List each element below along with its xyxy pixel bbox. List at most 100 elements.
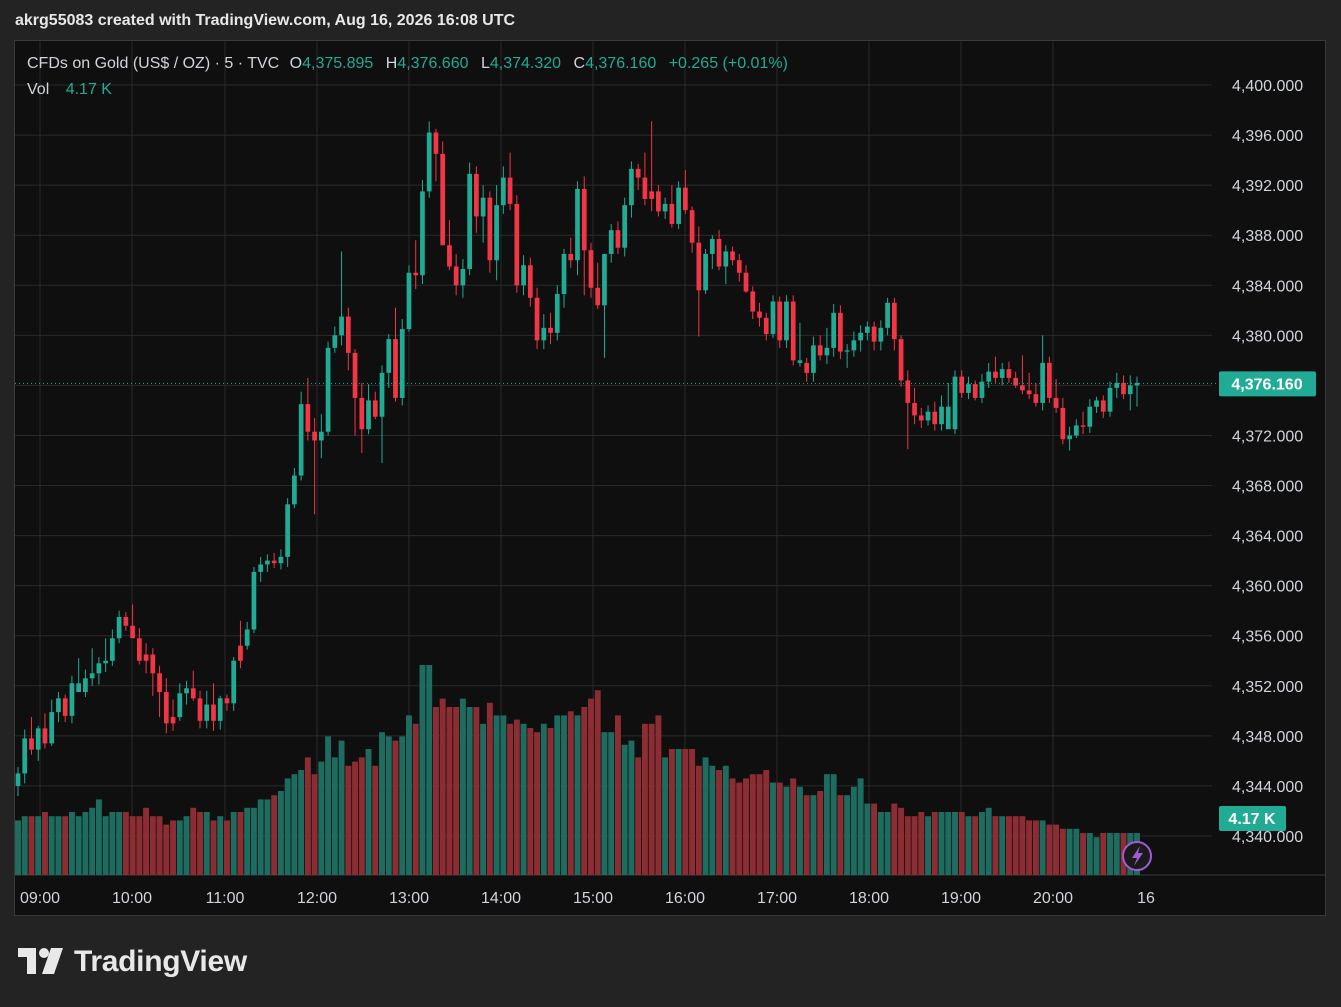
high-value: 4,376.660 xyxy=(397,55,469,72)
candle-body xyxy=(1121,382,1126,395)
candle-body xyxy=(143,654,149,661)
candle-body xyxy=(1067,435,1072,440)
candle-body xyxy=(22,738,28,774)
volume-bar xyxy=(379,732,385,875)
candle-body xyxy=(1047,362,1052,398)
candle-body xyxy=(1087,406,1093,427)
candle-body xyxy=(170,717,176,724)
candle-body xyxy=(345,316,351,353)
candle-body xyxy=(615,230,621,248)
candle-body xyxy=(359,397,365,430)
candle-body xyxy=(1040,362,1045,403)
candle-body xyxy=(251,571,257,630)
volume-bar xyxy=(668,749,675,875)
candle-body xyxy=(103,660,108,664)
candle-body xyxy=(736,260,742,273)
candle-body xyxy=(602,253,607,306)
candle-body xyxy=(521,265,526,286)
symbol-label[interactable]: CFDs on Gold (US$ / OZ) · 5 · TVC xyxy=(27,55,279,72)
candle-body xyxy=(1006,369,1012,378)
x-tick-label: 19:00 xyxy=(941,890,981,907)
volume-bar xyxy=(1053,824,1060,875)
close-label: C xyxy=(573,55,586,72)
x-tick-label: 15:00 xyxy=(573,890,613,907)
volume-bar xyxy=(271,795,278,875)
volume-value: 4.17 K xyxy=(65,81,112,98)
candle-body xyxy=(514,203,520,286)
candle-body xyxy=(898,339,904,381)
volume-bar xyxy=(1059,828,1066,875)
candle-body xyxy=(763,317,769,335)
volume-label[interactable]: Vol xyxy=(27,81,49,98)
candle-body xyxy=(480,197,486,217)
candle-body xyxy=(858,332,863,341)
candle-body xyxy=(918,415,924,421)
volume-bar xyxy=(628,740,635,875)
candle-body xyxy=(1094,400,1099,407)
candle-body xyxy=(258,564,264,572)
lightning-icon[interactable] xyxy=(1122,841,1152,871)
volume-bar xyxy=(176,820,183,875)
volume-bar xyxy=(978,812,985,875)
volume-bar xyxy=(95,799,102,875)
candle-body xyxy=(366,400,371,430)
volume-bar xyxy=(244,807,251,875)
candle-body xyxy=(150,654,156,674)
volume-bar xyxy=(614,715,621,875)
volume-bar xyxy=(790,778,797,875)
volume-bar xyxy=(493,715,500,875)
volume-bar xyxy=(473,707,480,875)
candle-body xyxy=(959,376,965,393)
y-tick-label: 4,368.000 xyxy=(1232,479,1303,496)
high-label: H xyxy=(385,55,398,72)
candle-body xyxy=(29,738,34,750)
candle-body xyxy=(298,404,304,476)
volume-bar xyxy=(156,816,163,875)
candle-body xyxy=(1026,390,1032,395)
candle-body xyxy=(1080,425,1086,427)
candle-body xyxy=(56,698,61,713)
volume-bar xyxy=(453,707,460,875)
volume-bar xyxy=(561,715,567,875)
volume-bar xyxy=(938,812,945,875)
candle-body xyxy=(656,191,661,212)
candle-body xyxy=(83,678,88,693)
y-tick-label: 4,344.000 xyxy=(1232,779,1303,796)
candle-body xyxy=(757,311,762,318)
volume-bar xyxy=(621,744,628,875)
volume-bar xyxy=(844,795,851,875)
volume-bar xyxy=(776,782,783,875)
volume-bar xyxy=(466,707,473,875)
volume-bar xyxy=(1100,833,1107,875)
volume-bar xyxy=(837,795,844,875)
volume-bar xyxy=(257,799,264,875)
y-tick-label: 4,364.000 xyxy=(1232,529,1303,546)
volume-bar xyxy=(601,732,608,875)
volume-bar xyxy=(830,774,837,875)
y-tick-label: 4,360.000 xyxy=(1232,579,1303,596)
candle-body xyxy=(1033,394,1039,403)
candle-body xyxy=(986,371,992,382)
volume-bar xyxy=(952,812,958,875)
volume-bar xyxy=(1107,833,1113,875)
candle-body xyxy=(932,411,938,425)
candle-body xyxy=(568,253,574,261)
candle-body xyxy=(292,475,297,505)
volume-bar xyxy=(534,732,541,875)
candle-body xyxy=(554,294,560,333)
volume-bar xyxy=(439,698,446,875)
volume-bar xyxy=(662,757,669,875)
volume-bar xyxy=(412,723,419,875)
price-chart[interactable]: 4,400.000 4,396.000 4,392.000 4,388.000 4,38… xyxy=(0,0,1341,1007)
volume-bar xyxy=(871,803,878,875)
volume-bar xyxy=(823,774,830,875)
tradingview-logo[interactable]: TradingView xyxy=(18,944,247,980)
candle-body xyxy=(662,203,668,212)
volume-bar xyxy=(352,761,359,875)
x-tick-label: 16 xyxy=(1137,890,1155,907)
candle-body xyxy=(433,132,439,154)
candle-body xyxy=(649,191,655,199)
candle-body xyxy=(190,688,196,699)
y-tick-label: 4,352.000 xyxy=(1232,679,1303,696)
candle-body xyxy=(453,266,459,286)
